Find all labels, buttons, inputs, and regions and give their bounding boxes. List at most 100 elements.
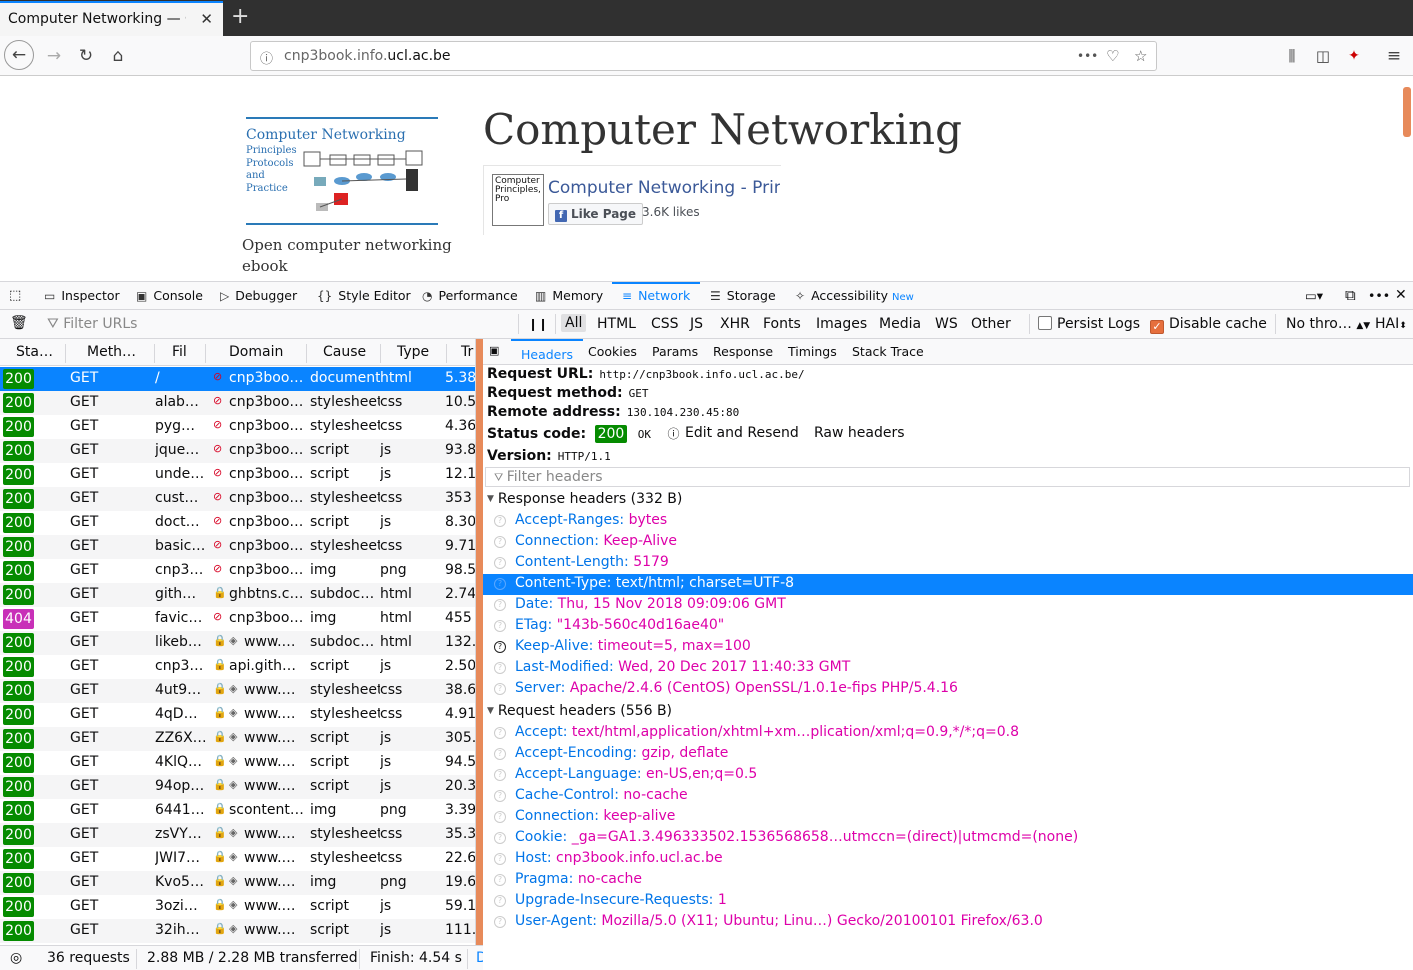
table-row[interactable]: 200 GET 4KlQ… 🔒 ◈ www.… script js 94.5 <box>0 751 475 775</box>
disable-cache-checkbox[interactable]: ✓ Disable cache <box>1150 316 1267 334</box>
clear-trash-icon[interactable]: 🗑 <box>10 315 28 331</box>
tab-debugger[interactable]: ▷ Debugger <box>220 282 297 310</box>
header-row[interactable]: ? Pragma: no-cache <box>483 870 1413 891</box>
table-row[interactable]: 200 GET 94op… 🔒 ◈ www.… script js 20.3 <box>0 775 475 799</box>
header-row[interactable]: ? Connection: keep-alive <box>483 807 1413 828</box>
header-row[interactable]: ? Accept: text/html,application/xhtml+xm…… <box>483 723 1413 744</box>
close-devtools-icon[interactable]: ✕ <box>1395 282 1407 310</box>
more-options-icon[interactable]: ••• <box>1368 282 1390 310</box>
filter-all[interactable]: All <box>561 314 587 332</box>
table-row[interactable]: 404 GET favic… ⊘ cnp3boo… img html 455 <box>0 607 475 631</box>
filter-images[interactable]: Images <box>816 316 867 332</box>
table-row[interactable]: 200 GET pyg… ⊘ cnp3boo… stylesheet css 4.36 <box>0 415 475 439</box>
filter-media[interactable]: Media <box>879 316 921 332</box>
table-row[interactable]: 200 GET cust… ⊘ cnp3boo… stylesheet css 353 <box>0 487 475 511</box>
filter-urls-input[interactable]: ⛛ Filter URLs <box>47 316 137 332</box>
tab-headers[interactable]: Headers <box>511 339 584 365</box>
help-icon[interactable]: ? <box>494 769 506 781</box>
help-icon[interactable]: ? <box>494 832 506 844</box>
tab-storage[interactable]: ☰ Storage <box>710 282 776 310</box>
site-info-icon[interactable]: ⓘ <box>260 48 273 67</box>
menu-icon[interactable]: ≡ <box>1380 42 1408 70</box>
request-headers-section[interactable]: ▼ Request headers (556 B) <box>487 703 672 719</box>
book-logo[interactable]: Computer Networking Principles Protocols… <box>246 117 438 225</box>
table-row[interactable]: 200 GET doct… ⊘ cnp3boo… script js 8.30 <box>0 511 475 535</box>
help-icon[interactable]: ? <box>494 536 506 548</box>
table-row[interactable]: 200 GET likeb… 🔒 ◈ www.… subdoc… html 132. <box>0 631 475 655</box>
table-row[interactable]: 200 GET JWI7… 🔒 ◈ www.… stylesheet css 22.6 <box>0 847 475 871</box>
response-headers-section[interactable]: ▼ Response headers (332 B) <box>487 491 682 507</box>
new-tab-button[interactable]: + <box>231 5 249 29</box>
header-row[interactable]: ? Cache-Control: no-cache <box>483 786 1413 807</box>
filter-headers-input[interactable]: ⛛ Filter headers <box>485 467 1410 487</box>
facebook-page-name[interactable]: Computer Networking - Princi <box>548 178 780 198</box>
help-icon[interactable]: ? <box>494 874 506 886</box>
url-bar[interactable]: ⓘ cnp3book.info.ucl.ac.be ••• ♡ ☆ <box>250 41 1157 71</box>
header-row[interactable]: ? Last-Modified: Wed, 20 Dec 2017 11:40:3… <box>483 658 1413 679</box>
close-tab-icon[interactable]: ✕ <box>200 10 213 28</box>
table-row[interactable]: 200 GET alab… ⊘ cnp3boo… stylesheet css 10.5 <box>0 391 475 415</box>
element-picker-icon[interactable]: ⬚ <box>9 282 21 310</box>
table-row[interactable]: 200 GET 6441… 🔒 scontent… img png 3.39 <box>0 799 475 823</box>
filter-ws[interactable]: WS <box>935 316 958 332</box>
header-row[interactable]: ? Keep-Alive: timeout=5, max=100 <box>483 637 1413 658</box>
column-domain[interactable]: Domain <box>229 344 283 360</box>
table-row[interactable]: 200 GET zsVY… 🔒 ◈ www.… stylesheet css 35.3 <box>0 823 475 847</box>
extension-icon[interactable]: ✦ <box>1340 42 1368 70</box>
help-icon[interactable]: ? <box>494 811 506 823</box>
raw-headers-toggle[interactable]: Raw headers <box>814 425 905 441</box>
header-row[interactable]: ? Accept-Encoding: gzip, deflate <box>483 744 1413 765</box>
table-row[interactable]: 200 GET basic… ⊘ cnp3boo… stylesheet css 9.71 <box>0 535 475 559</box>
filter-fonts[interactable]: Fonts <box>763 316 801 332</box>
help-icon[interactable]: ⓘ <box>667 427 679 441</box>
help-icon[interactable]: ? <box>494 790 506 802</box>
header-row[interactable]: ? Cookie: _ga=GA1.3.496333502.1536568658…… <box>483 828 1413 849</box>
filter-js[interactable]: JS <box>690 316 703 332</box>
table-row[interactable]: 200 GET 3ozi… 🔒 ◈ www.… script js 59.1 <box>0 895 475 919</box>
filter-xhr[interactable]: XHR <box>720 316 750 332</box>
persist-logs-checkbox[interactable]: Persist Logs <box>1038 316 1140 332</box>
dock-icon[interactable]: ⧉ <box>1345 282 1356 310</box>
home-button[interactable]: ⌂ <box>104 42 132 70</box>
tab-accessibility[interactable]: ✧ Accessibility New <box>795 282 914 310</box>
table-row[interactable]: 200 GET Kvo5… 🔒 ◈ www.… img png 19.6 <box>0 871 475 895</box>
forward-button[interactable]: → <box>40 42 68 70</box>
bookmark-star-icon[interactable]: ☆ <box>1134 47 1147 65</box>
table-row[interactable]: 200 GET / ⊘ cnp3boo… document html 5.38 <box>0 367 475 391</box>
tab-inspector[interactable]: ▭ Inspector <box>44 282 120 310</box>
header-row[interactable]: ? Host: cnp3book.info.ucl.ac.be <box>483 849 1413 870</box>
toggle-panel-icon[interactable]: ▣ <box>489 344 499 357</box>
header-row[interactable]: ? Accept-Language: en-US,en;q=0.5 <box>483 765 1413 786</box>
header-row[interactable]: ? User-Agent: Mozilla/5.0 (X11; Ubuntu; L… <box>483 912 1413 933</box>
tab-params[interactable]: Params <box>652 344 698 359</box>
edit-resend-button[interactable]: Edit and Resend <box>685 425 799 441</box>
page-actions-icon[interactable]: ••• <box>1077 49 1098 63</box>
help-icon[interactable]: ? <box>494 662 506 674</box>
sidebar-icon[interactable]: ◫ <box>1309 42 1337 70</box>
help-icon[interactable]: ? <box>494 620 506 632</box>
header-row[interactable]: ? Accept-Ranges: bytes <box>483 511 1413 532</box>
help-icon[interactable]: ? <box>494 599 506 611</box>
header-row[interactable]: ? Connection: Keep-Alive <box>483 532 1413 553</box>
header-row[interactable]: ? Content-Length: 5179 <box>483 553 1413 574</box>
throttling-select[interactable]: No thro… ▲▼ <box>1286 316 1370 332</box>
tab-network[interactable]: ≡ Network <box>612 282 701 310</box>
help-icon[interactable]: ? <box>494 853 506 865</box>
tab-response[interactable]: Response <box>713 344 773 359</box>
table-row[interactable]: 200 GET 4qD… 🔒 ◈ www.… stylesheet css 4.91 <box>0 703 475 727</box>
help-icon[interactable]: ? <box>494 895 506 907</box>
pocket-icon[interactable]: ♡ <box>1106 47 1119 65</box>
table-row[interactable]: 200 GET ZZ6X… 🔒 ◈ www.… script js 305. <box>0 727 475 751</box>
column-cause[interactable]: Cause <box>323 344 366 360</box>
help-icon[interactable]: ? <box>494 578 506 590</box>
filter-css[interactable]: CSS <box>651 316 679 332</box>
responsive-mode-icon[interactable]: ▭▾ <box>1305 282 1323 310</box>
pause-icon[interactable]: ❙❙ <box>528 317 548 331</box>
column-transferred[interactable]: Tr <box>461 344 473 360</box>
header-row[interactable]: ? Content-Type: text/html; charset=UTF-8 <box>483 574 1413 595</box>
column-file[interactable]: Fil <box>172 344 187 360</box>
header-row[interactable]: ? Upgrade-Insecure-Requests: 1 <box>483 891 1413 912</box>
filter-html[interactable]: HTML <box>597 316 636 332</box>
help-icon[interactable]: ? <box>494 916 506 928</box>
column-status[interactable]: Sta… <box>16 344 53 360</box>
